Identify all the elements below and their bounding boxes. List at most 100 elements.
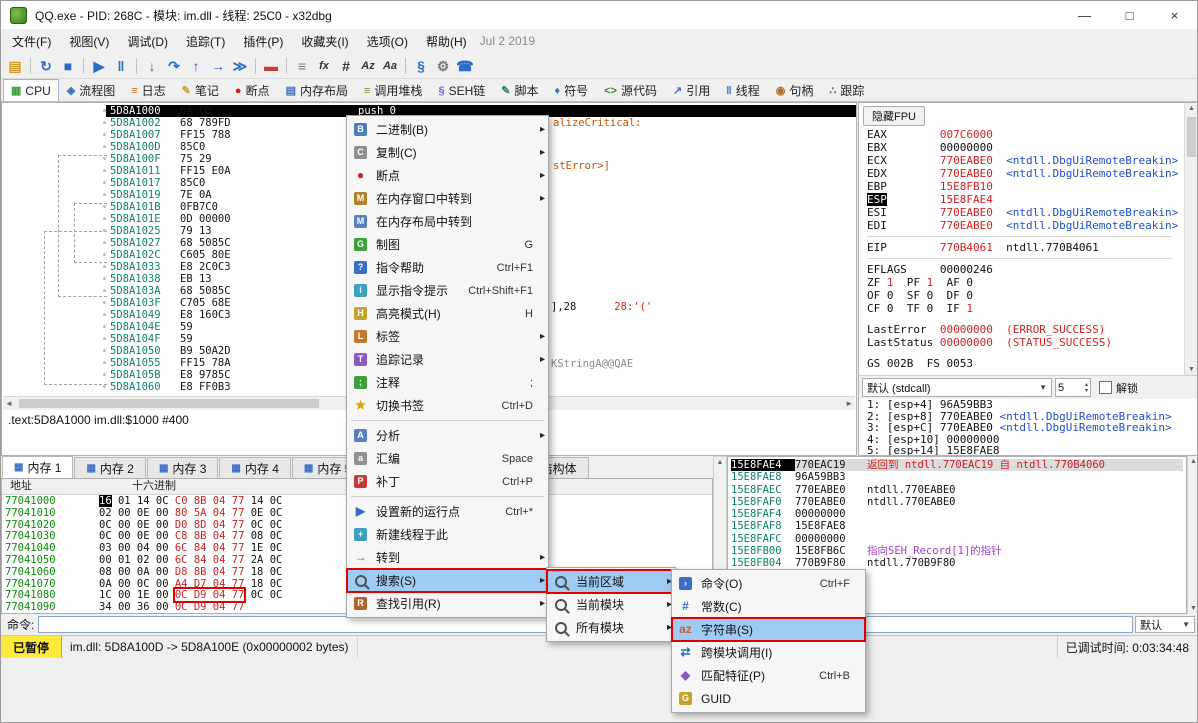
menu-item-search[interactable]: 搜索(S)▸ xyxy=(347,569,548,592)
menu-item-binary[interactable]: B二进制(B)▸ xyxy=(347,118,548,141)
tab-breakpoints[interactable]: ●断点 xyxy=(227,79,278,101)
menu-item-assemble[interactable]: a汇编Space xyxy=(347,447,548,470)
menu-item-set-new-origin[interactable]: ▶设置新的运行点Ctrl+* xyxy=(347,500,548,523)
menu-item-breakpoint[interactable]: ●断点▸ xyxy=(347,164,548,187)
log-window-button[interactable]: ≡ xyxy=(291,55,313,77)
run-button[interactable]: ▶ xyxy=(88,55,110,77)
breakpoint-gutter-dot[interactable]: ● xyxy=(2,249,106,261)
register-row[interactable]: EDX 770EABE0 <ntdll.DbgUiRemoteBreakin> xyxy=(867,167,1172,180)
breakpoint-gutter-dot[interactable]: ● xyxy=(2,177,106,189)
scroll-up-icon[interactable]: ▲ xyxy=(714,459,726,466)
tab-log[interactable]: ≡日志 xyxy=(123,79,173,101)
tab-dump-2[interactable]: ▦内存 2 xyxy=(74,457,145,478)
register-row[interactable]: LastStatus 00000000 (STATUS_SUCCESS) xyxy=(867,336,1172,349)
tab-graph[interactable]: ◈流程图 xyxy=(59,79,123,101)
menu-item-follow-in-dump[interactable]: M在内存窗口中转到▸ xyxy=(347,187,548,210)
menubar-item-favourites[interactable]: 收藏夹(I) xyxy=(292,33,357,50)
help-phone-button[interactable]: ☎ xyxy=(454,55,476,77)
submenu-item-all-modules[interactable]: 所有模块▸ xyxy=(547,616,675,639)
breakpoint-gutter-dot[interactable]: ● xyxy=(2,189,106,201)
tab-references[interactable]: ↗引用 xyxy=(665,79,718,101)
step-over-button[interactable]: ↷ xyxy=(163,55,185,77)
scroll-up-icon[interactable]: ▲ xyxy=(1188,458,1198,465)
stack-row[interactable]: 15E8FAE896A59BB3 xyxy=(731,471,1183,483)
submenu-item-current-region[interactable]: 当前区域▸ xyxy=(547,570,675,593)
menu-item-find-references[interactable]: R查找引用(R)▸ xyxy=(347,592,548,615)
unlock-checkbox[interactable] xyxy=(1099,381,1112,394)
step-out-button[interactable]: ↑ xyxy=(185,55,207,77)
registers-scrollbar[interactable]: ▲ ▼ xyxy=(1184,103,1198,375)
string-az-button[interactable]: Az xyxy=(357,55,379,77)
register-row[interactable]: EFLAGS 00000246 xyxy=(867,263,1172,276)
register-row[interactable]: EAX 007C6000 xyxy=(867,128,1172,141)
scrollbar-thumb[interactable] xyxy=(1187,117,1196,157)
breakpoint-gutter-dot[interactable]: ● xyxy=(2,369,106,381)
menu-item-analysis[interactable]: A分析▸ xyxy=(347,424,548,447)
scroll-down-icon[interactable]: ▼ xyxy=(1188,605,1198,612)
tab-notes[interactable]: ✎笔记 xyxy=(174,79,227,101)
breakpoint-gutter-dot[interactable]: ● xyxy=(2,261,106,273)
hide-fpu-button[interactable]: 隐藏FPU xyxy=(863,106,925,126)
tab-dump-4[interactable]: ▦内存 4 xyxy=(219,457,290,478)
register-row[interactable]: EBP 15E8FB10 xyxy=(867,180,1172,193)
tab-source[interactable]: <>源代码 xyxy=(596,79,665,101)
animate-into-button[interactable]: ≫ xyxy=(229,55,251,77)
breakpoint-gutter-dot[interactable]: ● xyxy=(2,297,106,309)
tab-call-stack[interactable]: ≡调用堆栈 xyxy=(356,79,430,101)
argument-row[interactable]: 5: [esp+14] 15E8FAE8 xyxy=(867,445,1172,456)
script-button[interactable]: § xyxy=(410,55,432,77)
menu-item-trace-record[interactable]: T追踪记录▸ xyxy=(347,348,548,371)
breakpoint-gutter-dot[interactable]: ● xyxy=(2,213,106,225)
breakpoint-gutter-dot[interactable]: ● xyxy=(2,285,106,297)
breakpoint-gutter-dot[interactable]: ● xyxy=(2,225,106,237)
breakpoint-gutter-dot[interactable]: ● xyxy=(2,201,106,213)
scroll-down-icon[interactable]: ▼ xyxy=(1185,366,1198,373)
flags-row[interactable]: GS 002B FS 0053 xyxy=(867,357,1172,370)
menu-item-create-new-thread[interactable]: +新建线程于此 xyxy=(347,523,548,546)
settings-gear-button[interactable]: ⚙ xyxy=(432,55,454,77)
close-button[interactable]: × xyxy=(1152,1,1197,29)
register-row[interactable]: ESP 15E8FAE4 xyxy=(867,193,1172,206)
menu-item-graph[interactable]: G制图G xyxy=(347,233,548,256)
maximize-button[interactable]: □ xyxy=(1107,1,1152,29)
breakpoint-gutter-dot[interactable]: ● xyxy=(2,381,106,393)
scroll-up-icon[interactable]: ▲ xyxy=(1185,105,1198,112)
register-row[interactable]: LastError 00000000 (ERROR_SUCCESS) xyxy=(867,323,1172,336)
tab-dump-1[interactable]: ▦内存 1 xyxy=(2,456,73,478)
stack-row[interactable]: 15E8FAF815E8FAE8 xyxy=(731,520,1183,532)
breakpoint-gutter-dot[interactable]: ● xyxy=(2,117,106,129)
tab-handles[interactable]: ◉句柄 xyxy=(768,79,822,101)
tab-seh[interactable]: §SEH链 xyxy=(430,79,493,101)
menu-item-comment[interactable]: ;注释; xyxy=(347,371,548,394)
stop-button[interactable]: ■ xyxy=(57,55,79,77)
stack-row[interactable]: 15E8FB04770B9F80ntdll.770B9F80 xyxy=(731,557,1183,569)
tab-dump-3[interactable]: ▦内存 3 xyxy=(147,457,218,478)
argument-count-stepper[interactable]: 5 ▴▾ xyxy=(1055,378,1091,397)
menu-item-show-mnemonic-brief[interactable]: i显示指令提示Ctrl+Shift+F1 xyxy=(347,279,548,302)
tab-threads[interactable]: ‖线程 xyxy=(718,79,768,101)
submenu-item-intermodular-calls[interactable]: ⇄跨模块调用(I) xyxy=(672,641,865,664)
constant-hash-button[interactable]: # xyxy=(335,55,357,77)
breakpoint-gutter-dot[interactable]: ● xyxy=(2,153,106,165)
breakpoint-gutter-dot[interactable]: ● xyxy=(2,273,106,285)
breakpoint-gutter-dot[interactable]: ● xyxy=(2,141,106,153)
stack-row[interactable]: 15E8FB0015E8FB6C指向SEH_Record[1]的指针 xyxy=(731,545,1183,557)
step-into-button[interactable]: ↓ xyxy=(141,55,163,77)
submenu-item-string-references[interactable]: az字符串(S) xyxy=(672,618,865,641)
menu-item-highlighting-mode[interactable]: H高亮模式(H)H xyxy=(347,302,548,325)
register-row[interactable]: ECX 770EABE0 <ntdll.DbgUiRemoteBreakin> xyxy=(867,154,1172,167)
breakpoint-gutter-dot[interactable]: ● xyxy=(2,357,106,369)
breakpoint-gutter-dot[interactable]: ● xyxy=(2,333,106,345)
tab-trace[interactable]: ∴跟踪 xyxy=(821,79,872,101)
breakpoint-gutter-dot[interactable]: ● xyxy=(2,321,106,333)
register-row[interactable]: EIP 770B4061 ntdll.770B4061 xyxy=(867,241,1172,254)
assemble-aa-button[interactable]: Aa xyxy=(379,55,401,77)
menubar-item-trace[interactable]: 追踪(T) xyxy=(177,33,234,50)
menu-item-copy[interactable]: C复制(C)▸ xyxy=(347,141,548,164)
register-row[interactable]: EBX 00000000 xyxy=(867,141,1172,154)
run-to-user-code-button[interactable]: → xyxy=(207,55,229,77)
tab-symbols[interactable]: ♦符号 xyxy=(546,79,596,101)
scrollbar-thumb[interactable] xyxy=(19,399,319,408)
submenu-item-constant[interactable]: #常数(C) xyxy=(672,595,865,618)
scroll-left-icon[interactable]: ◄ xyxy=(5,399,13,408)
